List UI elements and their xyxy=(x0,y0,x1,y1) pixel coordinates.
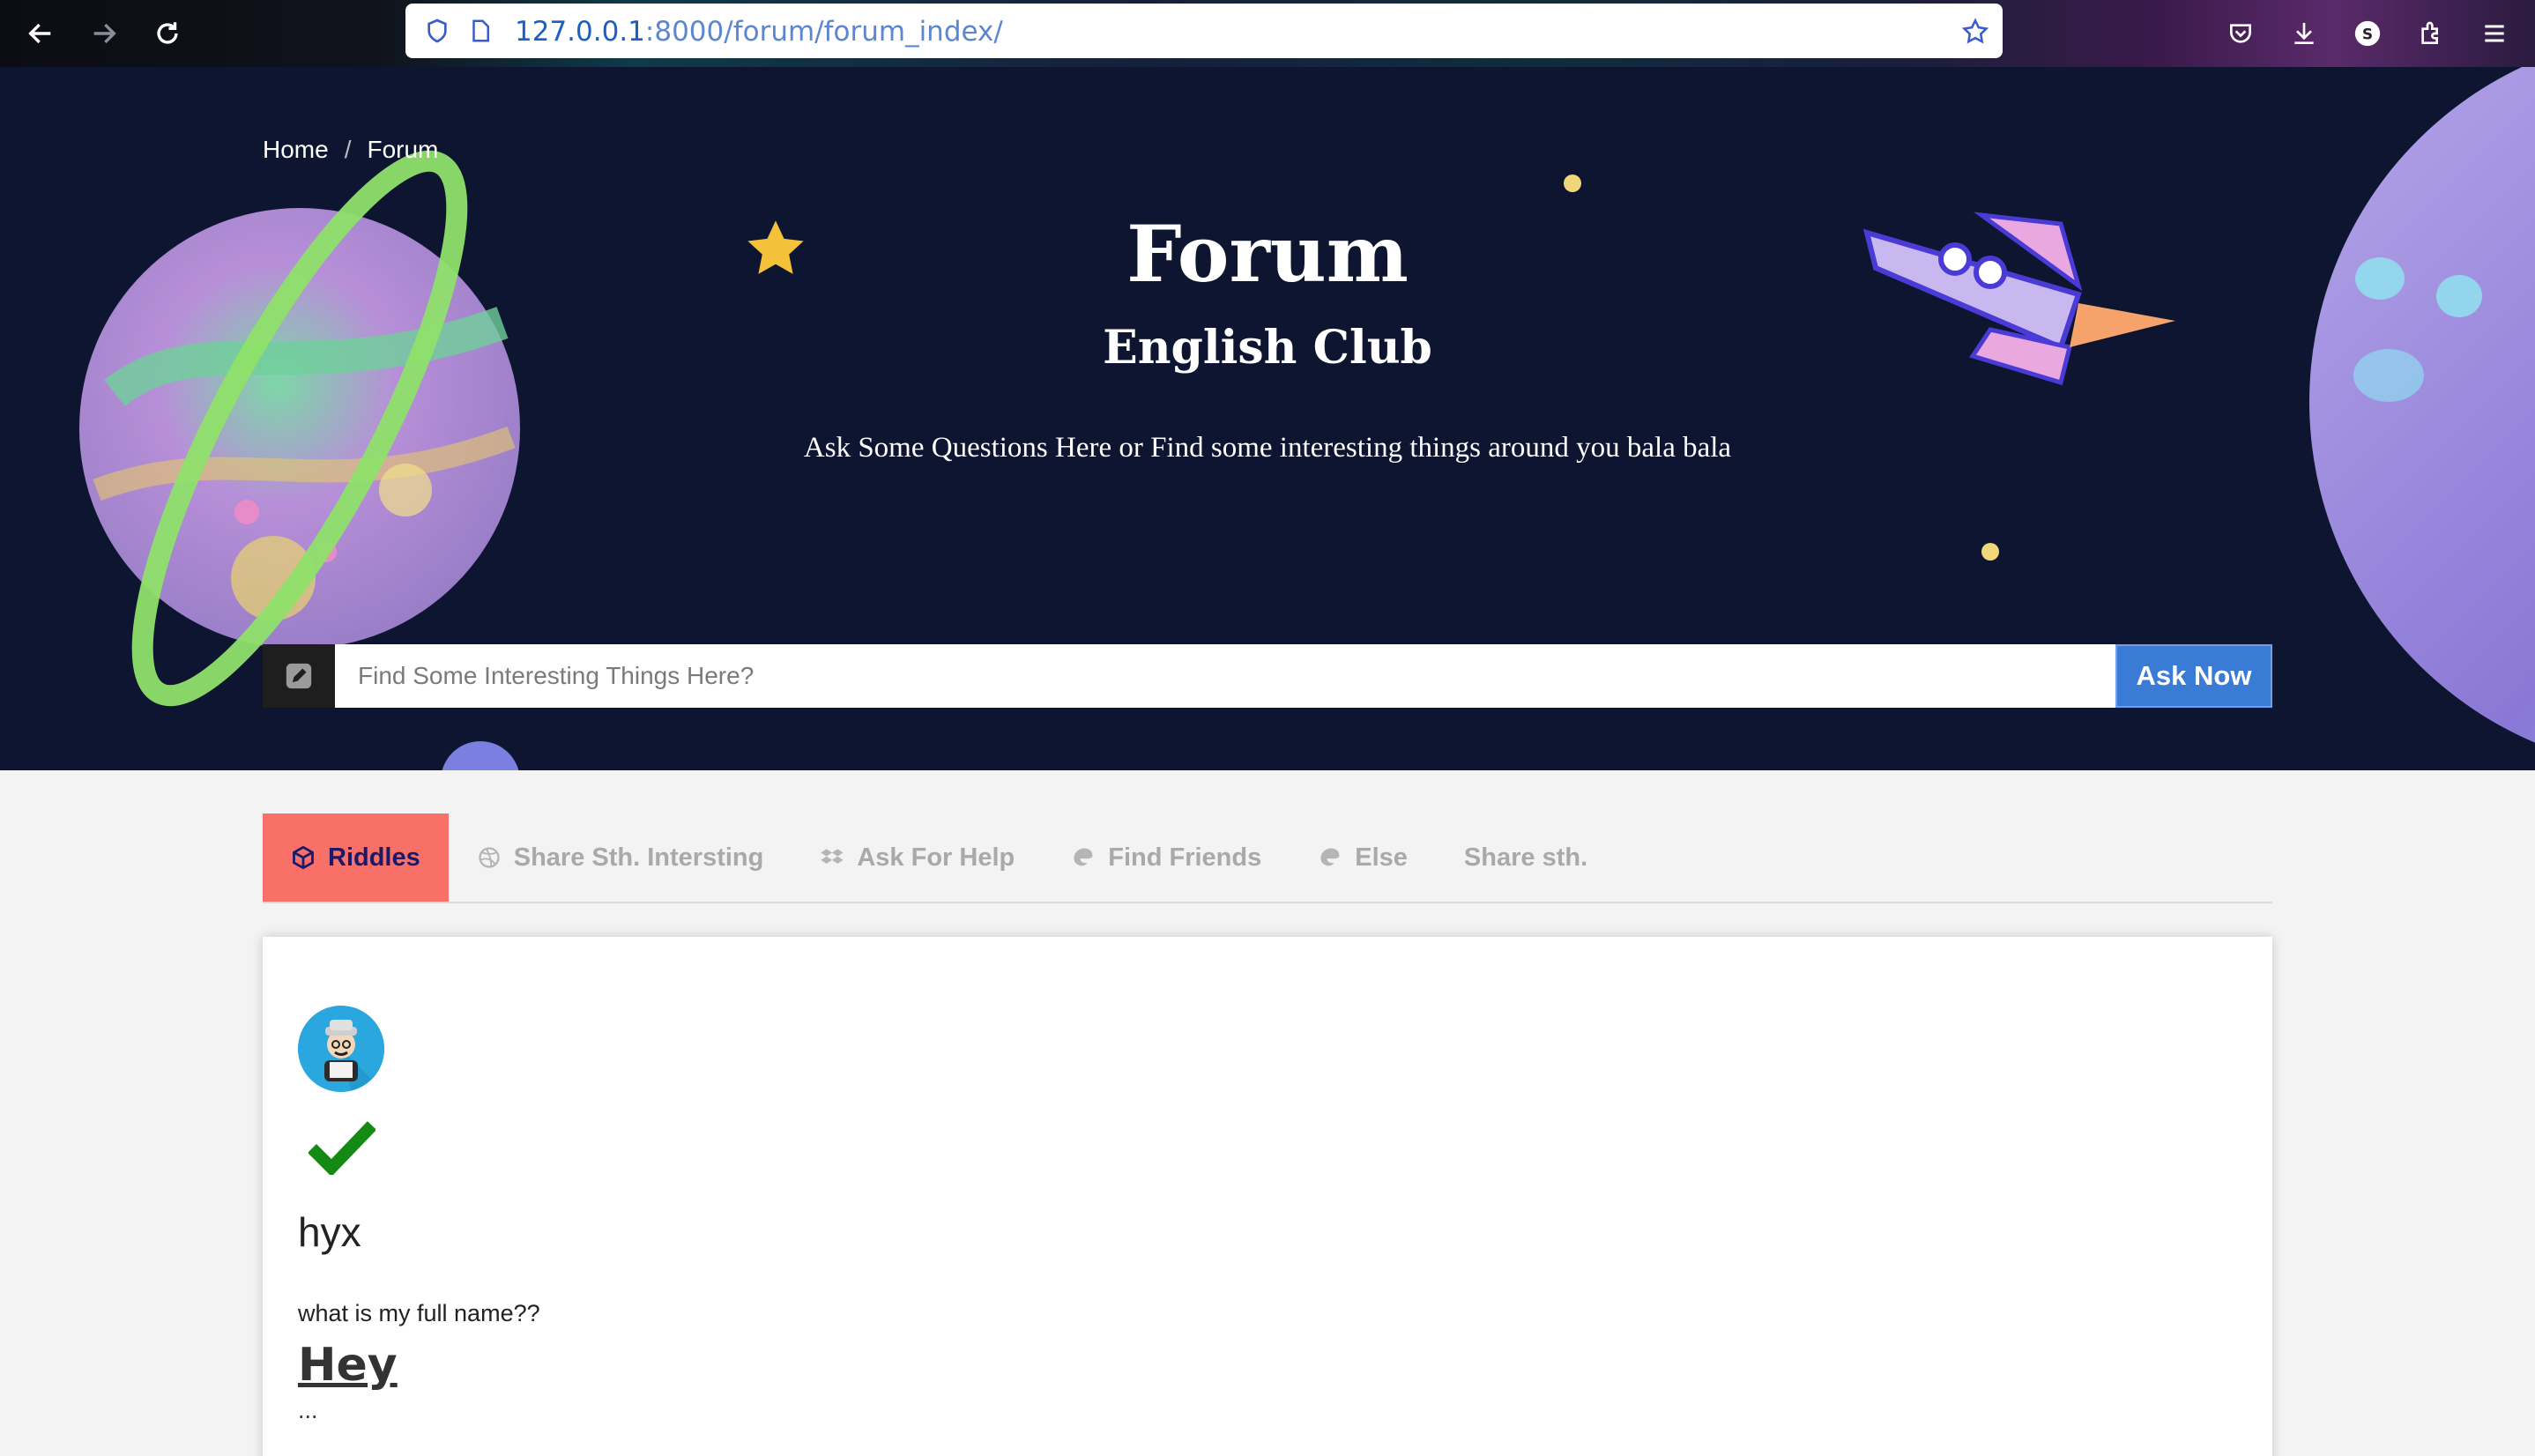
edge-icon xyxy=(1318,845,1342,870)
post-username[interactable]: hyx xyxy=(298,1208,361,1256)
svg-text:S: S xyxy=(2362,26,2373,43)
dot-decoration xyxy=(1564,175,1581,192)
ask-now-button[interactable]: Ask Now xyxy=(2115,644,2272,708)
tab-share-sth[interactable]: Share sth. xyxy=(1436,813,1616,902)
tab-label: Find Friends xyxy=(1108,843,1262,872)
user-avatar-icon xyxy=(298,1006,384,1092)
post-card: hyx what is my full name?? Hey ... xyxy=(263,937,2272,1456)
arrow-left-icon xyxy=(28,23,51,44)
shield-icon xyxy=(427,19,447,43)
hamburger-icon xyxy=(2485,25,2504,42)
moon-decoration xyxy=(442,741,519,770)
pocket-icon xyxy=(2230,24,2251,43)
tab-label: Riddles xyxy=(328,843,420,872)
tab-label: Share Sth. Intersting xyxy=(513,843,764,872)
forward-button[interactable] xyxy=(83,12,125,55)
breadcrumb-home-link[interactable]: Home xyxy=(263,136,329,164)
breadcrumb: Home / Forum xyxy=(263,136,438,164)
cube-icon xyxy=(291,845,316,870)
pocket-button[interactable] xyxy=(2219,12,2262,55)
page-description: Ask Some Questions Here or Find some int… xyxy=(803,432,1732,464)
post-question: what is my full name?? xyxy=(298,1300,540,1326)
tab-label: Else xyxy=(1355,843,1408,872)
pencil-square-icon xyxy=(286,663,312,689)
search-input[interactable] xyxy=(335,644,2115,708)
account-button[interactable]: S xyxy=(2346,12,2389,55)
tab-share-interesting[interactable]: Share Sth. Intersting xyxy=(449,813,792,902)
puzzle-icon xyxy=(2421,21,2438,44)
arrow-right-icon xyxy=(93,23,116,44)
search-bar: Ask Now xyxy=(263,644,2272,708)
bookmark-star-icon[interactable] xyxy=(1960,17,1990,47)
dot-decoration xyxy=(1981,543,1999,561)
tab-riddles[interactable]: Riddles xyxy=(263,813,449,902)
reload-button[interactable] xyxy=(146,12,189,55)
menu-button[interactable] xyxy=(2473,12,2516,55)
reload-icon xyxy=(157,22,178,44)
search-icon-box xyxy=(263,644,335,708)
back-button[interactable] xyxy=(19,12,62,55)
browser-toolbar: 127.0.0.1:8000/forum/forum_index/ S xyxy=(0,0,2535,67)
edge-icon xyxy=(1071,845,1096,870)
address-bar[interactable]: 127.0.0.1:8000/forum/forum_index/ xyxy=(405,4,2003,58)
dropbox-icon xyxy=(820,845,844,870)
post-ellipsis: ... xyxy=(298,1397,318,1423)
tab-label: Share sth. xyxy=(1463,843,1588,872)
account-avatar-icon: S xyxy=(2354,20,2381,47)
tab-ask-for-help[interactable]: Ask For Help xyxy=(792,813,1043,902)
breadcrumb-separator: / xyxy=(344,136,352,163)
page-subtitle: English Club xyxy=(1103,321,1432,375)
tab-find-friends[interactable]: Find Friends xyxy=(1043,813,1290,902)
planet-edge-illustration xyxy=(2309,67,2535,743)
page-title: Forum xyxy=(1126,208,1409,300)
url-text: 127.0.0.1:8000/forum/forum_index/ xyxy=(515,16,1003,48)
page-icon xyxy=(472,19,489,42)
checkmark-icon xyxy=(309,1121,375,1175)
avatar[interactable] xyxy=(298,1006,384,1092)
tab-label: Ask For Help xyxy=(857,843,1015,872)
post-heading[interactable]: Hey xyxy=(298,1339,398,1392)
breadcrumb-current: Forum xyxy=(367,136,439,163)
dribbble-icon xyxy=(477,845,502,870)
category-tabs: Riddles Share Sth. Intersting Ask For He… xyxy=(263,813,2272,903)
tab-else[interactable]: Else xyxy=(1290,813,1436,902)
downloads-button[interactable] xyxy=(2283,12,2325,55)
hero-banner: Home / Forum Forum English Club Ask Some… xyxy=(0,67,2535,770)
extensions-button[interactable] xyxy=(2410,12,2452,55)
download-icon xyxy=(2294,23,2314,44)
